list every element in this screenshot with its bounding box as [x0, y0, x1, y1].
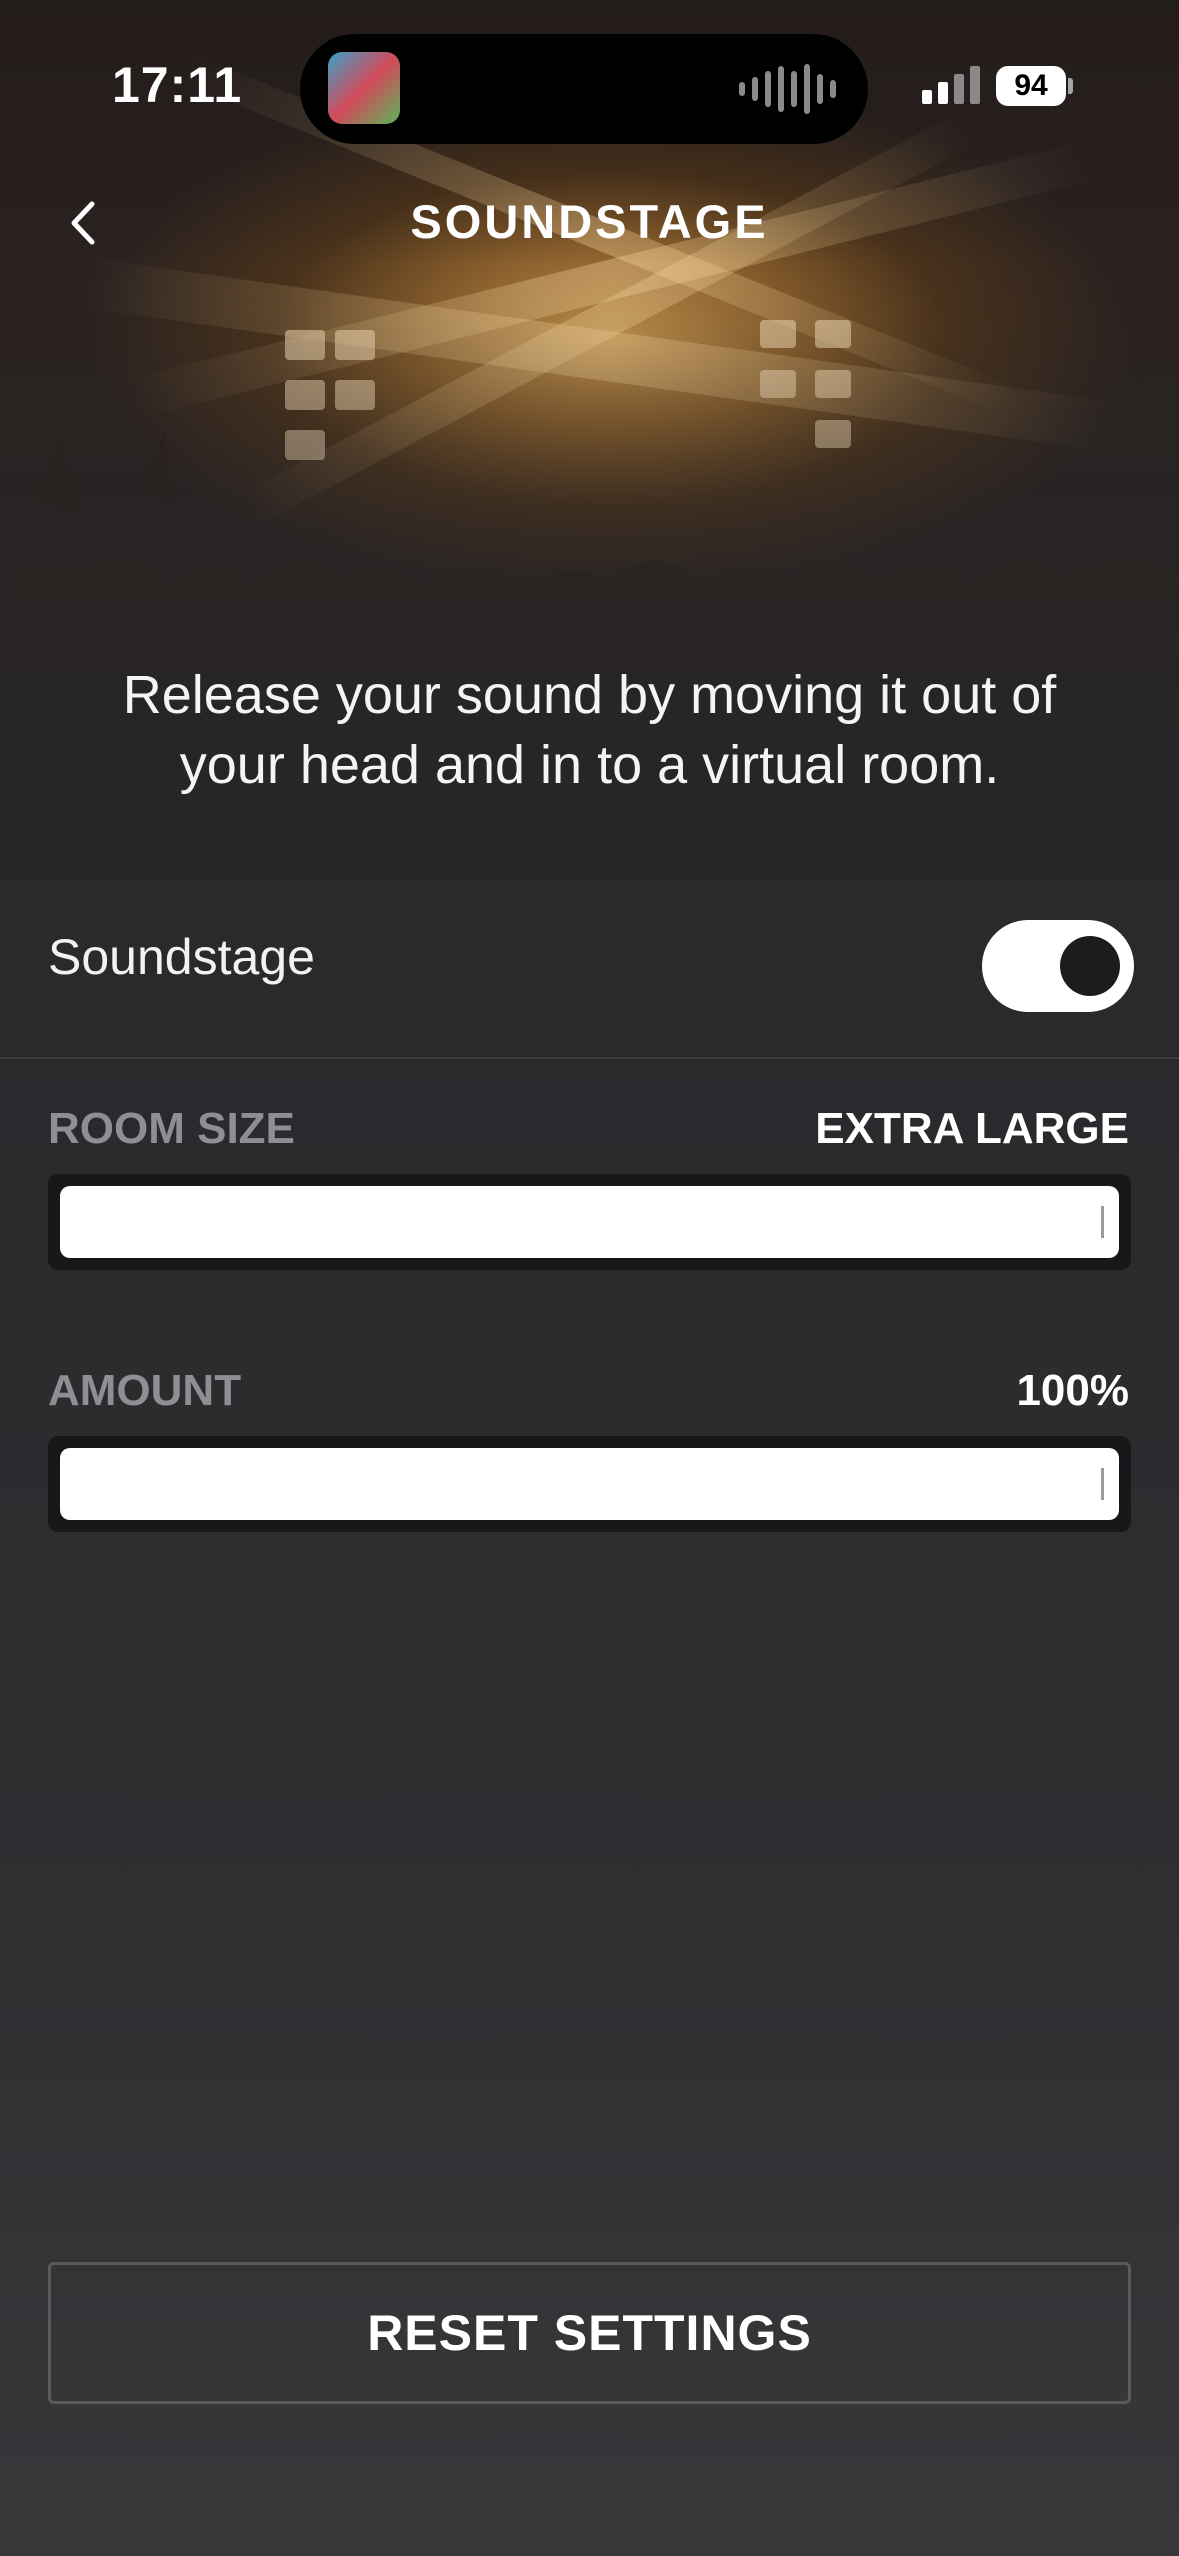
reset-settings-button[interactable]: RESET SETTINGS: [48, 2262, 1131, 2404]
amount-slider-thumb[interactable]: [1101, 1468, 1104, 1500]
audio-waveform-icon: [739, 62, 836, 116]
battery-icon: 94: [996, 66, 1066, 106]
room-size-slider-fill: [60, 1186, 1119, 1258]
soundstage-toggle-label: Soundstage: [48, 929, 315, 985]
battery-tip: [1068, 78, 1073, 94]
soundstage-toggle[interactable]: [982, 920, 1134, 1012]
room-size-slider[interactable]: [48, 1174, 1131, 1270]
amount-slider-fill: [60, 1448, 1119, 1520]
room-size-value: EXTRA LARGE: [815, 1104, 1129, 1153]
dynamic-island[interactable]: [300, 34, 868, 144]
amount-label: AMOUNT: [48, 1366, 242, 1415]
now-playing-artwork-icon: [328, 52, 400, 124]
divider: [0, 1057, 1179, 1059]
amount-slider[interactable]: [48, 1436, 1131, 1532]
feature-description: Release your sound by moving it out of y…: [122, 665, 1057, 795]
cellular-signal-icon: [922, 64, 980, 104]
amount-value: 100%: [1016, 1366, 1129, 1415]
toggle-knob: [1060, 936, 1120, 996]
room-size-label: ROOM SIZE: [48, 1104, 295, 1153]
status-time: 17:11: [112, 57, 243, 113]
room-size-slider-thumb[interactable]: [1101, 1206, 1104, 1238]
page-title: SOUNDSTAGE: [410, 195, 769, 248]
